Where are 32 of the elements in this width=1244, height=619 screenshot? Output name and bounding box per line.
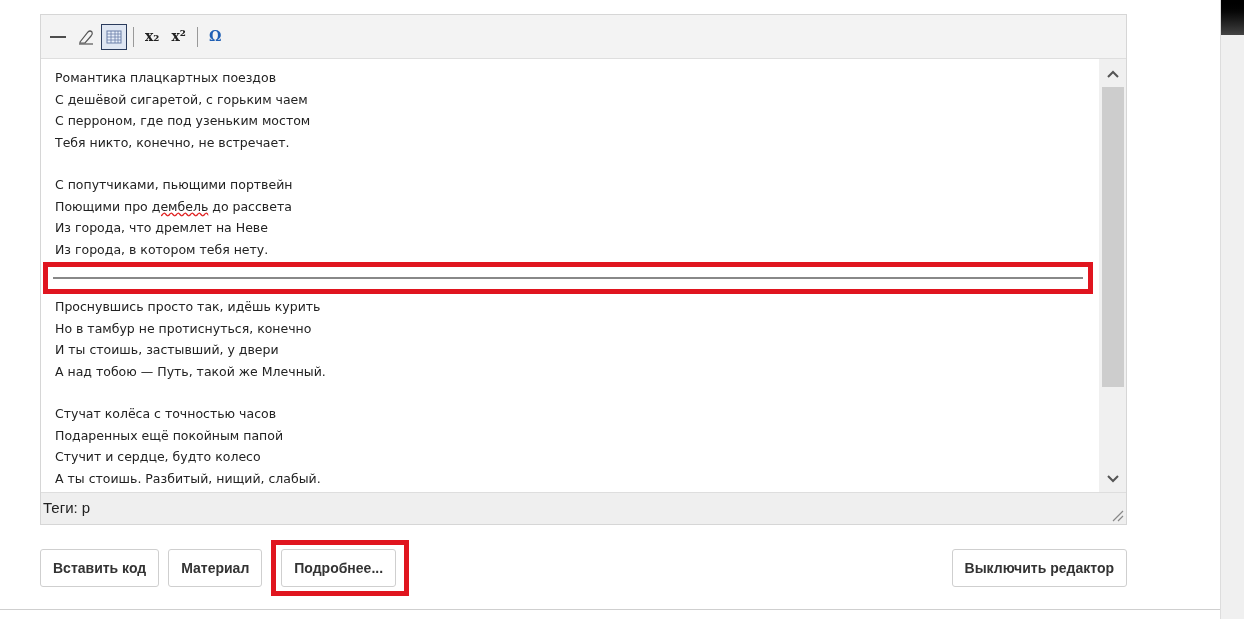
poem-line: Стучит и сердце, будто колесо bbox=[55, 448, 261, 466]
superscript-button[interactable]: x² bbox=[166, 23, 191, 50]
resize-grip-icon[interactable] bbox=[1110, 508, 1124, 522]
horizontal-line-icon bbox=[49, 35, 67, 38]
eraser-icon bbox=[77, 27, 95, 46]
poem-line: Подаренных ещё покойным папой bbox=[55, 426, 284, 445]
poem-line: Но в тамбур не протиснуться, конечно bbox=[55, 319, 312, 338]
poem-line: Из города, что дремлет на Неве bbox=[55, 219, 268, 237]
special-character-button[interactable]: Ω bbox=[203, 23, 227, 50]
action-button[interactable]: Материал bbox=[168, 549, 263, 587]
poem-line: Проснувшись просто так, идёшь курить bbox=[55, 298, 321, 316]
action-button[interactable]: Подробнее... bbox=[281, 549, 397, 587]
poem-line: И ты стоишь, застывший, у двери bbox=[55, 341, 279, 359]
table-button[interactable] bbox=[101, 23, 127, 50]
poem-line: А ты стоишь. Разбитый, нищий, слабый. bbox=[55, 469, 321, 488]
poem-line: А над тобою — Путь, такой же Млечный. bbox=[55, 362, 326, 381]
poem-line: Тебя никто, конечно, не встречает. bbox=[55, 133, 290, 152]
poem-line: Романтика плацкартных поездов bbox=[55, 69, 277, 87]
scroll-up-icon[interactable] bbox=[1106, 69, 1119, 79]
table-icon bbox=[105, 27, 123, 46]
poem-line: Стучат колёса с точностью часов bbox=[55, 405, 277, 423]
poem-line: С дешёвой сигаретой, с горьким чаем bbox=[55, 90, 308, 109]
action-button[interactable]: Вставить код bbox=[40, 549, 160, 587]
poem-line: С перроном, где под узеньким мостом bbox=[55, 112, 311, 130]
action-button[interactable]: Выключить редактор bbox=[951, 549, 1127, 587]
subscript-button[interactable]: x₂ bbox=[140, 23, 165, 50]
scrollbar[interactable] bbox=[1099, 59, 1126, 492]
poem-line: С попутчиками, пьющими портвейн bbox=[55, 176, 293, 194]
scroll-down-icon[interactable] bbox=[1106, 474, 1119, 484]
poem-line: Из города, в котором тебя нету. bbox=[55, 240, 269, 259]
status-text: Теги: p bbox=[43, 498, 91, 519]
poem-line: Поющими про дембель до рассвета bbox=[55, 197, 292, 216]
